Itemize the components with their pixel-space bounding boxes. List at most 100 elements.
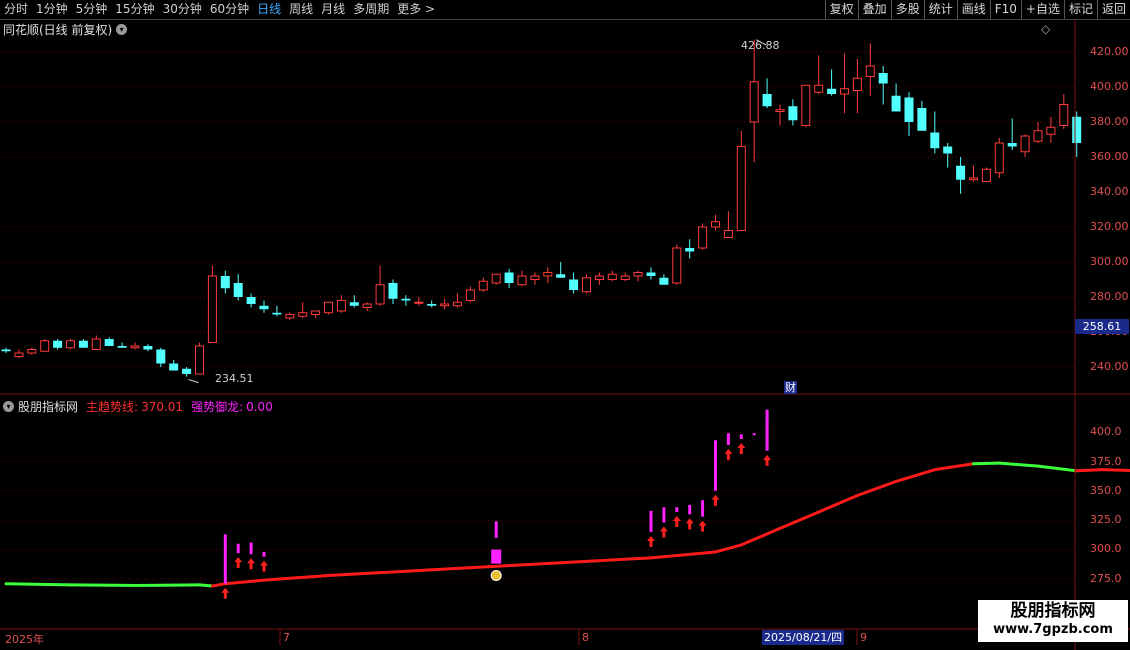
- signal-bar: [649, 510, 653, 532]
- candle-body: [1046, 126, 1056, 135]
- y-tick-main: 300.00: [1090, 255, 1129, 268]
- low-price-label: 234.51: [215, 372, 254, 385]
- x-axis-label: 7: [283, 631, 290, 644]
- watermark-title: 股朋指标网: [1010, 601, 1096, 621]
- candle-body: [582, 277, 591, 293]
- buy-arrow-icon: [737, 443, 746, 455]
- trend-line-segment: [1075, 468, 1104, 473]
- high-price-label: 426.88: [741, 39, 780, 52]
- kline-chart[interactable]: [0, 0, 1130, 650]
- x-axis-label: 8: [582, 631, 589, 644]
- candle-body: [78, 340, 88, 348]
- candle-body: [646, 272, 656, 276]
- finance-marker[interactable]: 财: [784, 381, 797, 394]
- candle-body: [943, 146, 953, 154]
- candle-body: [375, 284, 385, 305]
- candle-body: [917, 108, 927, 131]
- candle-body: [453, 301, 462, 307]
- candle-body: [827, 88, 837, 94]
- candle-body: [1020, 135, 1030, 153]
- buy-arrow-icon: [221, 587, 230, 599]
- candle-body: [272, 312, 282, 315]
- trend-line-segment: [133, 583, 201, 587]
- trend-line-segment: [223, 578, 266, 586]
- trend-line-segment: [327, 570, 395, 577]
- candle-body: [130, 345, 140, 349]
- candle-body: [698, 226, 708, 249]
- y-tick-indicator: 375.0: [1090, 455, 1122, 468]
- candle-body: [530, 275, 540, 280]
- candle-body: [788, 106, 798, 121]
- candle-body: [324, 301, 333, 314]
- candle-body: [736, 146, 746, 231]
- y-tick-main: 420.00: [1090, 45, 1129, 58]
- signal-bar: [726, 433, 730, 445]
- candle-body: [362, 303, 372, 308]
- candle-body: [569, 279, 579, 290]
- x-axis-label: 9: [860, 631, 867, 644]
- buy-arrow-icon: [763, 454, 772, 466]
- trend-line-segment: [1101, 468, 1130, 472]
- candle-body: [556, 274, 566, 278]
- candle-body: [878, 73, 888, 84]
- candle-body: [427, 304, 437, 306]
- signal-bar: [675, 507, 679, 512]
- candle-body: [91, 338, 101, 350]
- candle-body: [491, 273, 501, 284]
- candle-body: [27, 349, 37, 354]
- candle-body: [53, 340, 63, 348]
- candle-body: [195, 345, 204, 375]
- signal-bar: [752, 433, 756, 436]
- trend-line-label: 主趋势线:: [86, 400, 139, 414]
- buy-arrow-icon: [698, 520, 707, 532]
- candle-body: [840, 88, 849, 95]
- candle-body: [1033, 130, 1043, 142]
- candle-body: [891, 95, 901, 112]
- trend-line-segment: [198, 583, 214, 588]
- trend-line-segment: [649, 550, 717, 560]
- trend-line-segment: [210, 582, 227, 588]
- candle-body: [117, 346, 127, 348]
- candle-body: [207, 275, 217, 343]
- candle-body: [711, 221, 720, 228]
- current-price-tag: 258.61: [1075, 319, 1129, 334]
- chevron-down-icon[interactable]: ▾: [3, 401, 14, 412]
- buy-arrow-icon: [724, 448, 733, 460]
- trend-line-segment: [1036, 464, 1079, 473]
- y-tick-main: 280.00: [1090, 290, 1129, 303]
- candle-body: [607, 273, 617, 280]
- candle-body: [672, 247, 682, 284]
- candle-body: [852, 77, 862, 91]
- buy-arrow-icon: [234, 557, 243, 569]
- indicator-name[interactable]: 股朋指标网: [18, 398, 78, 415]
- candle-body: [994, 142, 1004, 174]
- candle-body: [594, 275, 604, 280]
- candle-body: [1007, 143, 1017, 147]
- indicator-header: ▾ 股朋指标网 主趋势线: 370.01 强势御龙: 0.00: [3, 398, 273, 415]
- candle-body: [336, 300, 346, 312]
- trend-line-segment: [933, 462, 975, 472]
- candle-body: [220, 276, 230, 289]
- candle-body: [801, 84, 811, 126]
- candle-body: [685, 248, 695, 252]
- candle-body: [169, 363, 179, 371]
- candle-body: [930, 132, 940, 149]
- y-tick-main: 400.00: [1090, 80, 1129, 93]
- trend-line-segment: [855, 479, 898, 498]
- candle-body: [543, 272, 553, 277]
- candle-body: [814, 84, 824, 93]
- candle-body: [182, 368, 192, 374]
- signal-bar: [688, 504, 692, 515]
- buy-arrow-icon: [260, 560, 268, 572]
- signal-bar: [662, 507, 666, 523]
- trend-line-segment: [585, 556, 653, 563]
- trend-line-segment: [714, 543, 743, 554]
- candle-body: [14, 352, 24, 357]
- watermark-logo: 股朋指标网 www.7gpzb.com: [978, 600, 1128, 642]
- money-bag-icon: [490, 569, 502, 581]
- trend-line-value: 370.01: [141, 399, 184, 414]
- y-tick-main: 240.00: [1090, 360, 1129, 373]
- candle-body: [414, 301, 424, 304]
- y-tick-main: 380.00: [1090, 115, 1129, 128]
- signal-bar: [765, 409, 769, 451]
